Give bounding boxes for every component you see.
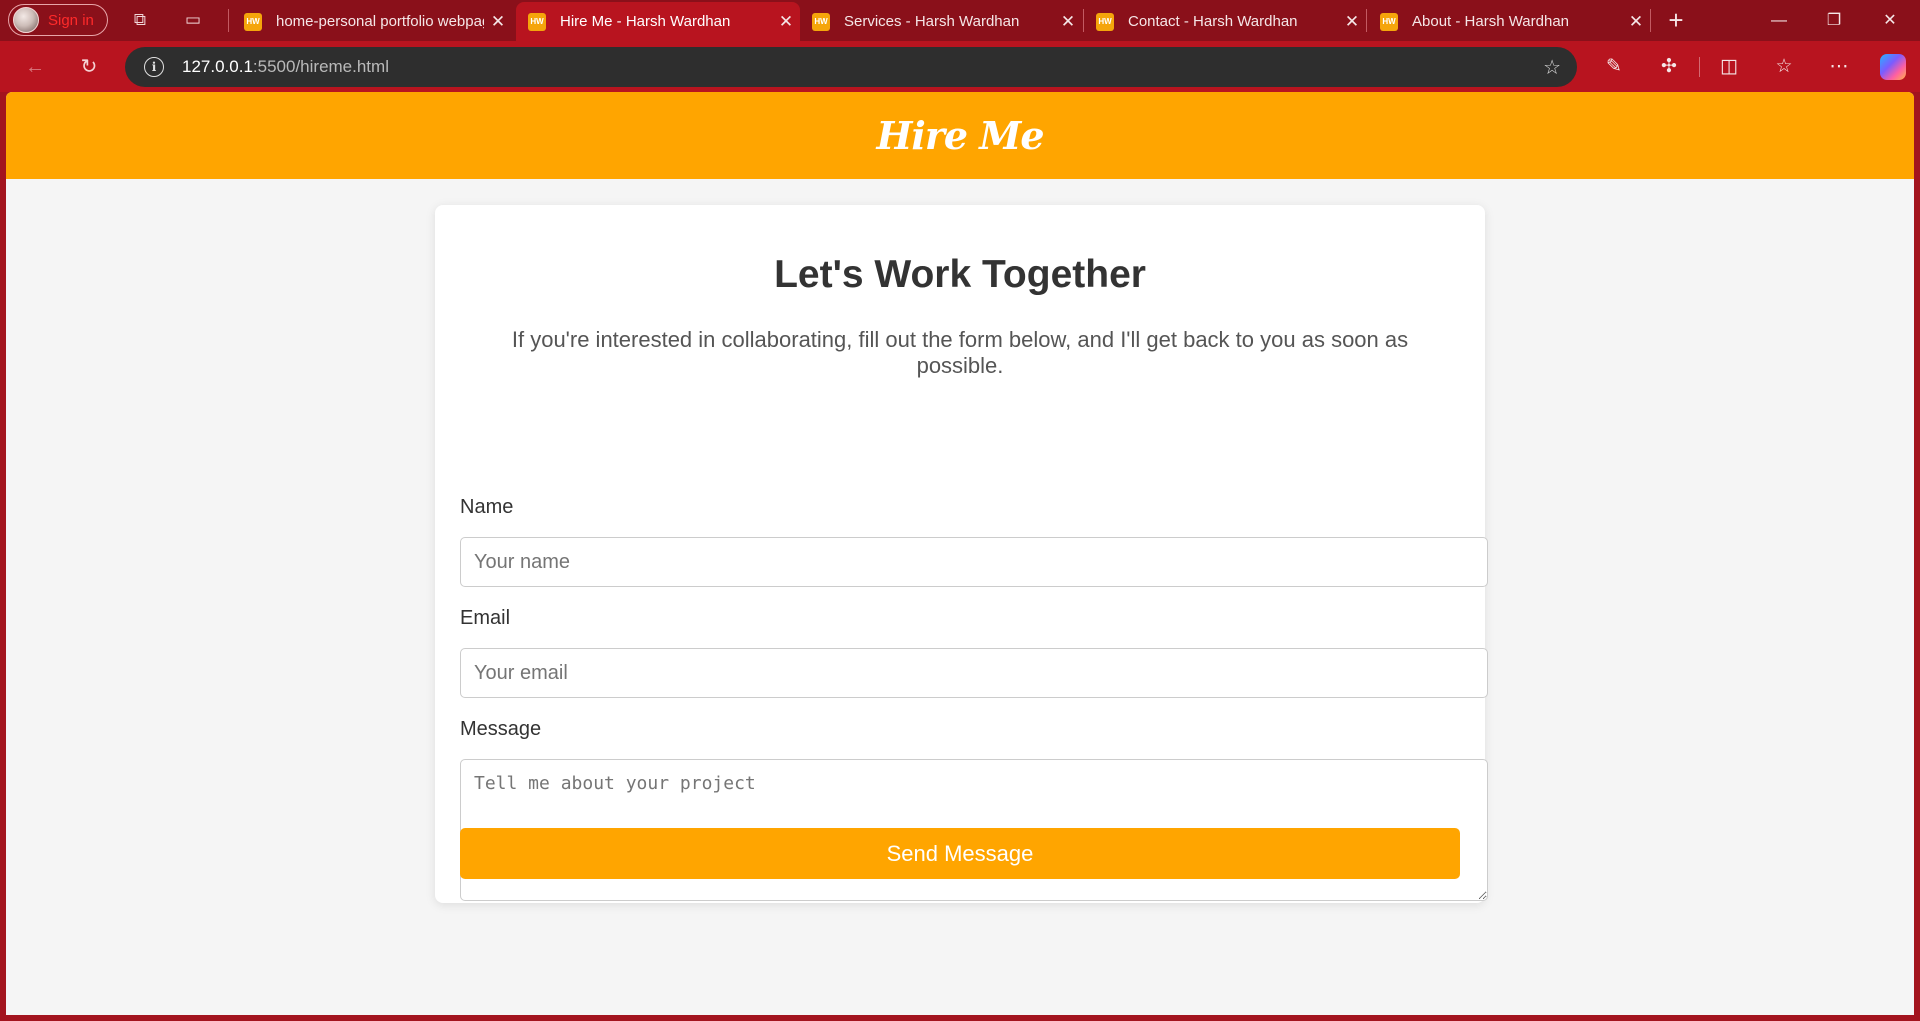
close-tab-icon[interactable]: ✕ — [1338, 12, 1366, 32]
toolbar-divider — [1699, 57, 1700, 77]
name-label: Name — [460, 496, 514, 518]
avatar — [13, 7, 39, 33]
name-field[interactable] — [460, 537, 1488, 587]
hire-form-card: Let's Work Together If you're interested… — [435, 205, 1488, 903]
more-icon[interactable]: ⋯ — [1825, 53, 1853, 81]
tab-title: Contact - Harsh Wardhan — [1128, 13, 1298, 30]
site-favicon-icon: HW — [528, 12, 546, 31]
copilot-icon[interactable] — [1880, 54, 1906, 80]
page-title: Let's Work Together — [774, 253, 1146, 296]
restore-icon[interactable]: ❐ — [1806, 0, 1862, 41]
url-host: 127.0.0.1 — [182, 57, 253, 76]
message-label: Message — [460, 718, 542, 740]
site-favicon-icon: HW — [812, 12, 830, 31]
email-field[interactable] — [460, 648, 1488, 698]
refresh-icon[interactable]: ↻ — [75, 53, 103, 81]
close-tab-icon[interactable]: ✕ — [772, 12, 800, 32]
profile-button[interactable]: Sign in — [8, 4, 108, 36]
minimize-icon[interactable]: — — [1751, 0, 1807, 41]
tab-divider — [1650, 9, 1651, 32]
url-path: :5500/hireme.html — [252, 57, 389, 76]
page-header: Hire Me — [6, 92, 1914, 179]
eyedropper-icon[interactable]: ✎ — [1600, 53, 1628, 81]
tab-hire-me[interactable]: HW Hire Me - Harsh Wardhan ✕ — [516, 2, 800, 41]
tab-title: Services - Harsh Wardhan — [844, 13, 1020, 30]
url-text: 127.0.0.1:5500/hireme.html — [182, 57, 389, 77]
page-viewport: Hire Me Let's Work Together If you're in… — [6, 92, 1914, 1015]
profile-label: Sign in — [48, 11, 94, 29]
tab-divider — [1366, 9, 1367, 32]
tab-contact[interactable]: HW Contact - Harsh Wardhan ✕ — [1084, 2, 1366, 41]
close-tab-icon[interactable]: ✕ — [484, 12, 512, 32]
send-message-button[interactable]: Send Message — [460, 828, 1460, 879]
email-label: Email — [460, 607, 511, 629]
tab-title: About - Harsh Wardhan — [1412, 13, 1570, 30]
plus-icon[interactable]: + — [1660, 6, 1692, 34]
browser-title-bar: Sign in ⧉ ▭ HW home-personal portfolio w… — [0, 0, 1920, 41]
tab-home[interactable]: HW home-personal portfolio webpage ✕ — [232, 2, 512, 41]
tab-title: home-personal portfolio webpage — [276, 13, 484, 30]
header-title: Hire Me — [876, 113, 1044, 158]
star-icon[interactable]: ☆ — [1543, 55, 1561, 80]
tab-title: Hire Me - Harsh Wardhan — [560, 13, 731, 30]
back-arrow-icon[interactable]: ← — [21, 53, 49, 81]
site-favicon-icon: HW — [1380, 12, 1398, 31]
tab-about[interactable]: HW About - Harsh Wardhan ✕ — [1368, 2, 1650, 41]
workspaces-icon[interactable]: ⧉ — [128, 8, 152, 32]
close-tab-icon[interactable]: ✕ — [1054, 12, 1082, 32]
close-tab-icon[interactable]: ✕ — [1622, 12, 1650, 32]
site-favicon-icon: HW — [1096, 12, 1114, 31]
puzzle-icon[interactable]: ✣ — [1655, 53, 1683, 81]
tab-divider — [228, 9, 229, 32]
split-screen-icon[interactable]: ◫ — [1715, 53, 1743, 81]
site-favicon-icon: HW — [244, 12, 262, 31]
browser-toolbar: ← ↻ i 127.0.0.1:5500/hireme.html ☆ ✎ ✣ ◫… — [0, 41, 1920, 92]
favorites-icon[interactable]: ☆ — [1770, 53, 1798, 81]
tab-actions-icon[interactable]: ▭ — [181, 8, 205, 32]
close-icon[interactable]: ✕ — [1862, 0, 1918, 41]
tab-services[interactable]: HW Services - Harsh Wardhan ✕ — [800, 2, 1082, 41]
info-icon[interactable]: i — [144, 57, 164, 77]
address-bar[interactable]: i 127.0.0.1:5500/hireme.html ☆ — [125, 47, 1577, 87]
intro-text: If you're interested in collaborating, f… — [511, 327, 1409, 378]
